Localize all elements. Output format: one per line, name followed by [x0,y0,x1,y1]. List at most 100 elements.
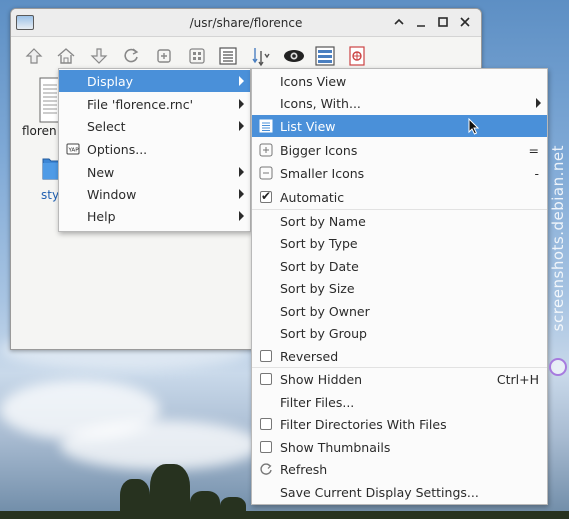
maximize-icon [438,17,448,27]
sort-icon [252,48,270,67]
home-button[interactable] [53,43,79,69]
menu-item-show-hidden[interactable]: Show Hidden Ctrl+H [252,368,547,390]
submenu-arrow-icon [239,76,244,86]
up-arrow-icon [25,48,43,64]
eye-icon [284,50,304,62]
submenu-arrow-icon [239,211,244,221]
menu-item-refresh[interactable]: Refresh [252,458,547,480]
show-hidden-button[interactable] [281,43,307,69]
menu-item-show-thumbnails[interactable]: Show Thumbnails [252,436,547,458]
menu-item-label: Help [87,208,116,224]
menu-item-label: Reversed [280,348,339,364]
svg-text:YAP: YAP [68,148,80,154]
folder-label[interactable]: sty [41,188,59,202]
menu-item-label: Sort by Size [280,280,355,296]
menu-item-label: Save Current Display Settings... [280,484,479,500]
menu-item-label: Select [87,118,126,134]
file-label[interactable]: floren [22,124,57,138]
navigate-icon [90,48,108,64]
menu-item-sort-name[interactable]: Sort by Name [252,210,547,232]
menu-item-label: File 'florence.rnc' [87,96,194,112]
details-view-button[interactable] [312,43,338,69]
menu-item-filter-directories[interactable]: Filter Directories With Files [252,413,547,435]
icons-view-button[interactable] [184,43,210,69]
menu-item-label: Bigger Icons [280,142,358,158]
menu-item-label: Sort by Owner [280,303,370,319]
menu-item-label: Show Hidden [280,371,363,387]
menu-item-label: Filter Directories With Files [280,416,447,432]
menu-item-label: Sort by Group [280,325,367,341]
menu-item-label: Sort by Date [280,258,359,274]
submenu-arrow-icon [239,99,244,109]
menu-item-label: New [87,164,115,180]
navigate-button[interactable] [86,43,112,69]
minimize-button[interactable] [413,14,429,30]
menu-item-label: Display [87,73,134,89]
menu-item-label: Smaller Icons [280,165,365,181]
menu-item-sort-group[interactable]: Sort by Group [252,322,547,344]
filter-button[interactable] [344,43,370,69]
menu-item-automatic[interactable]: Automatic [252,186,547,208]
reload-button[interactable] [118,43,144,69]
list-view-button[interactable] [215,43,241,69]
submenu-arrow-icon [239,167,244,177]
menu-item-sort-date[interactable]: Sort by Date [252,255,547,277]
menu-item-filter-files[interactable]: Filter Files... [252,391,547,413]
home-icon [57,48,75,64]
menu-item-list-view[interactable]: List View [252,115,547,137]
reload-icon [124,48,139,63]
menu-item-label: Sort by Type [280,235,358,251]
menu-accelerator: Ctrl+H [496,371,539,387]
menu-item-sort-size[interactable]: Sort by Size [252,277,547,299]
menu-item-label: Sort by Name [280,213,366,229]
refresh-icon [260,463,272,475]
menu-item-file[interactable]: File 'florence.rnc' [59,93,250,115]
menu-item-label: Automatic [280,189,345,205]
checkbox-unchecked[interactable] [260,418,272,430]
checkbox-unchecked[interactable] [260,441,272,453]
context-menu: Display File 'florence.rnc' Select YAP O… [58,68,251,232]
menu-item-select[interactable]: Select [59,115,250,137]
title-bar[interactable]: /usr/share/florence [11,9,481,37]
new-folder-button[interactable] [151,43,177,69]
sort-button[interactable] [248,43,274,69]
up-button[interactable] [21,43,47,69]
menu-item-sort-owner[interactable]: Sort by Owner [252,300,547,322]
list-view-icon [259,119,273,133]
watermark-logo-icon [549,358,567,376]
mouse-cursor-icon [468,118,480,135]
zoom-in-icon [259,143,273,157]
menu-item-new[interactable]: New [59,161,250,183]
shade-button[interactable] [391,14,407,30]
toolbar [11,43,481,71]
checkbox-unchecked[interactable] [260,350,272,362]
details-view-icon [315,46,335,66]
checkbox-unchecked[interactable] [260,373,272,385]
close-button[interactable] [457,14,473,30]
menu-item-label: Options... [87,141,148,157]
menu-item-label: Refresh [280,461,328,477]
menu-item-display[interactable]: Display [59,70,250,92]
checkbox-checked[interactable] [260,189,272,203]
submenu-arrow-icon [239,121,244,131]
menu-item-icons-with[interactable]: Icons, With... [252,92,547,114]
new-folder-icon [157,49,171,63]
menu-item-reversed[interactable]: Reversed [252,345,547,367]
list-view-icon [219,47,237,65]
menu-item-window[interactable]: Window [59,183,250,205]
menu-item-label: List View [280,118,336,134]
menu-item-label: Filter Files... [280,394,355,410]
display-submenu: Icons View Icons, With... List View Bigg… [251,68,548,505]
menu-item-smaller-icons[interactable]: Smaller Icons - [252,162,547,184]
icons-view-icon [189,48,205,64]
menu-item-bigger-icons[interactable]: Bigger Icons = [252,139,547,161]
menu-item-sort-type[interactable]: Sort by Type [252,232,547,254]
menu-item-label: Icons View [280,73,347,89]
maximize-button[interactable] [435,14,451,30]
menu-item-save-display-settings[interactable]: Save Current Display Settings... [252,481,547,503]
menu-item-options[interactable]: YAP Options... [59,138,250,160]
chevron-up-icon [394,18,404,25]
menu-item-icons-view[interactable]: Icons View [252,70,547,92]
menu-accelerator: - [534,165,539,181]
menu-item-help[interactable]: Help [59,205,250,227]
